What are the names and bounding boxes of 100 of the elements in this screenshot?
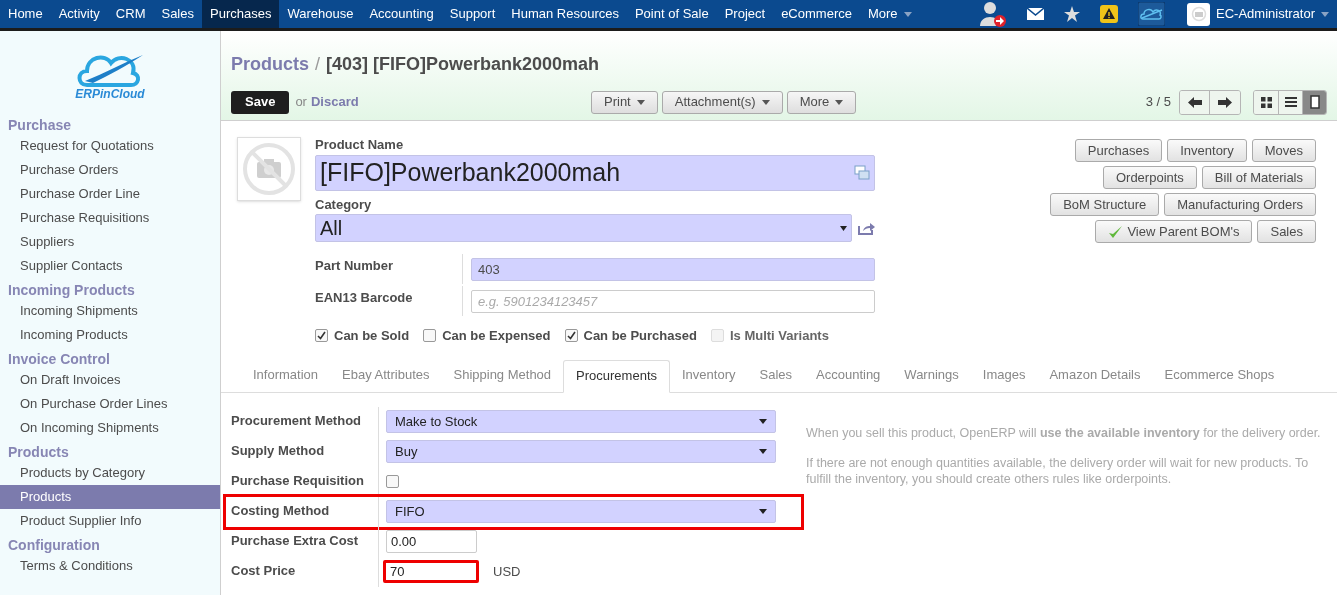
field-label: EAN13 Barcode	[315, 286, 463, 316]
top-menu-item[interactable]: Sales	[153, 0, 202, 28]
form-tab[interactable]: Amazon Details	[1037, 359, 1153, 392]
dropdown-button[interactable]: Attachment(s)	[661, 90, 783, 114]
pager-text: 3 / 5	[1145, 93, 1171, 112]
user-name[interactable]: EC-Administrator	[1216, 4, 1315, 24]
select-field[interactable]: FIFO	[386, 500, 776, 523]
form-tab[interactable]: Sales	[747, 359, 804, 392]
part-number-field[interactable]: 403	[471, 257, 875, 281]
sidebar-section-title: Configuration	[7, 536, 101, 554]
smart-button[interactable]: Manufacturing Orders	[1164, 193, 1316, 216]
smart-button[interactable]: Sales	[1257, 220, 1316, 243]
next-button[interactable]	[1210, 90, 1240, 114]
view-switch-button[interactable]	[1254, 90, 1278, 114]
view-switch-button[interactable]	[1278, 90, 1302, 114]
top-menu-item[interactable]: Activity	[50, 0, 108, 28]
form-tab[interactable]: Inventory	[670, 359, 748, 392]
form-tab[interactable]: Ebay Attributes	[330, 359, 442, 392]
form-tab[interactable]: Images	[970, 359, 1038, 392]
field-label: Purchase Extra Cost	[231, 526, 379, 557]
sidebar-item[interactable]: Product Supplier Info	[0, 509, 220, 533]
cloud-app-icon[interactable]	[1138, 2, 1166, 26]
discard-link[interactable]: Discard	[310, 92, 359, 112]
select-field[interactable]: Buy	[386, 440, 776, 463]
dropdown-caret-icon	[759, 419, 767, 424]
form-tab[interactable]: Accounting	[804, 359, 893, 392]
top-menu-item[interactable]: Warehouse	[279, 0, 362, 28]
sidebar-section-title: Incoming Products	[7, 281, 136, 299]
field-label: Category	[315, 197, 373, 213]
no-camera-icon	[241, 141, 297, 197]
smart-button[interactable]: Bill of Materials	[1201, 166, 1316, 189]
checkbox[interactable]	[315, 329, 328, 343]
dropdown-button[interactable]: Print	[591, 90, 658, 114]
arrow-left-icon	[1187, 96, 1202, 108]
sidebar-item[interactable]: Purchase Orders	[0, 158, 220, 182]
star-icon[interactable]	[1064, 6, 1081, 22]
grid-icon	[1260, 96, 1272, 108]
top-menu-item[interactable]: Project	[716, 0, 774, 28]
view-switch-button[interactable]	[1302, 90, 1326, 114]
sidebar-item[interactable]: Terms & Conditions	[0, 554, 220, 578]
top-menu-item[interactable]: Accounting	[361, 0, 442, 28]
sidebar-item[interactable]: On Draft Invoices	[0, 368, 220, 392]
field-label: Procurement Method	[231, 406, 379, 437]
sidebar-item[interactable]: Products by Category	[0, 461, 220, 485]
checkbox-label: Can be Sold	[334, 327, 410, 345]
top-menu-item[interactable]: eCommerce	[773, 0, 860, 28]
sidebar-item[interactable]: Purchase Requisitions	[0, 206, 220, 230]
sidebar-item[interactable]: Incoming Shipments	[0, 299, 220, 323]
checkbox[interactable]	[423, 329, 437, 343]
top-menu-item[interactable]: CRM	[107, 0, 154, 28]
external-link-icon[interactable]	[858, 221, 875, 235]
help-text: If there are not enough quantities available, the delivery order will wait for new products. To fulfill the inventory, you should create others rules like orderpoints.	[806, 454, 1310, 487]
breadcrumb-link[interactable]: Products	[231, 51, 309, 78]
field-label: Costing Method	[231, 496, 379, 527]
currency-text: USD	[493, 562, 521, 581]
form-tab[interactable]: Procurements	[563, 359, 670, 393]
sidebar-item[interactable]: Request for Quotations	[0, 134, 220, 158]
user-logout-icon[interactable]	[979, 0, 1008, 28]
form-tab[interactable]: Warnings	[892, 359, 971, 392]
barcode-field[interactable]: e.g. 5901234123457	[471, 289, 875, 313]
top-menu-item[interactable]: Purchases	[202, 0, 280, 28]
smart-button[interactable]: Moves	[1251, 139, 1316, 162]
caret-icon	[835, 99, 844, 105]
select-field[interactable]: Make to Stock	[386, 410, 776, 433]
help-text: When you sell this product, OpenERP will use the available inventory for the delivery order.	[806, 424, 1322, 441]
user-avatar[interactable]	[1187, 2, 1211, 26]
sidebar-item[interactable]: Suppliers	[0, 230, 220, 254]
sidebar-item[interactable]: Supplier Contacts	[0, 254, 220, 278]
warning-icon[interactable]	[1100, 5, 1119, 23]
caret-icon	[1321, 11, 1329, 17]
product-name-field[interactable]: [FIFO]Powerbank2000mah	[315, 155, 875, 191]
number-field[interactable]: 0.00	[386, 530, 477, 553]
sidebar-item[interactable]: On Purchase Order Lines	[0, 392, 220, 416]
sidebar-section-title: Invoice Control	[7, 350, 111, 368]
mail-icon[interactable]	[1027, 8, 1045, 20]
previous-button[interactable]	[1180, 90, 1210, 114]
sidebar-item[interactable]: Products	[0, 485, 220, 509]
top-menu-item[interactable]: More	[859, 0, 920, 28]
smart-button[interactable]: BoM Structure	[1050, 193, 1160, 216]
top-menu-item[interactable]: Human Resources	[503, 0, 627, 28]
checkbox[interactable]	[386, 475, 399, 488]
smart-button[interactable]: Orderpoints	[1102, 166, 1197, 189]
save-button[interactable]: Save	[231, 90, 290, 114]
checkbox[interactable]	[564, 329, 578, 343]
smart-button[interactable]: View Parent BOM's	[1095, 220, 1253, 243]
dropdown-button[interactable]: More	[786, 90, 857, 114]
number-field[interactable]: 70	[383, 560, 479, 583]
top-menu-item[interactable]: Support	[441, 0, 504, 28]
sidebar-item[interactable]: Incoming Products	[0, 323, 220, 347]
sidebar-item[interactable]: Purchase Order Line	[0, 182, 220, 206]
form-tab[interactable]: Shipping Method	[441, 359, 564, 392]
smart-button[interactable]: Inventory	[1167, 139, 1247, 162]
dropdown-caret-icon	[759, 509, 767, 514]
form-tab[interactable]: Information	[241, 359, 331, 392]
top-menu-item[interactable]: Home	[0, 0, 51, 28]
form-tab[interactable]: Ecommerce Shops	[1152, 359, 1287, 392]
category-select[interactable]: All	[315, 214, 852, 242]
sidebar-item[interactable]: On Incoming Shipments	[0, 416, 220, 440]
smart-button[interactable]: Purchases	[1074, 139, 1163, 162]
top-menu-item[interactable]: Point of Sale	[626, 0, 717, 28]
